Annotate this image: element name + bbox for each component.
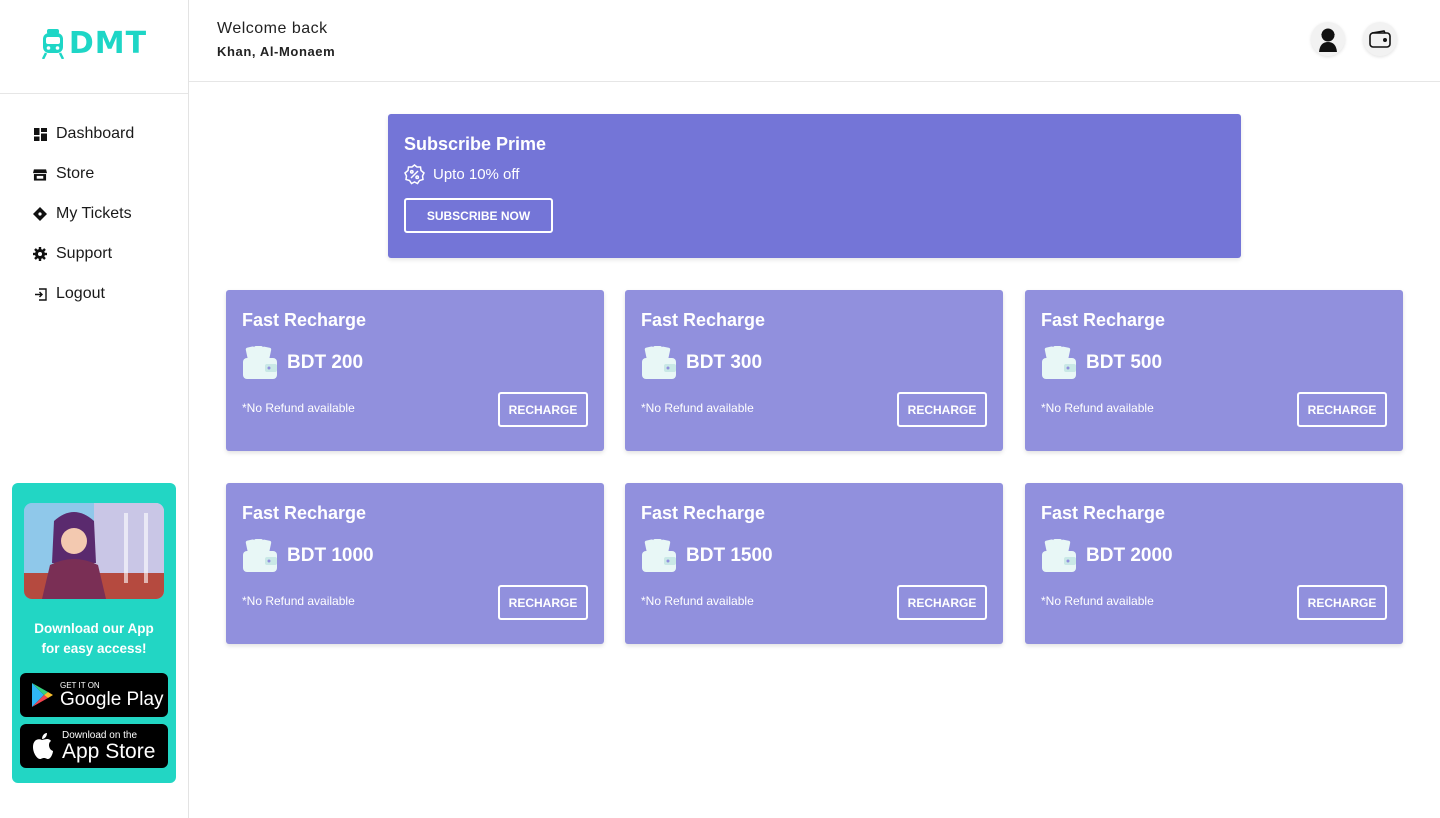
app-store-button[interactable]: Download on the App Store xyxy=(20,724,168,768)
card-amount: BDT 200 xyxy=(287,351,364,373)
google-play-big: Google Play xyxy=(60,688,164,710)
wallet-cash-icon xyxy=(243,346,277,379)
card-note: *No Refund available xyxy=(242,401,355,415)
google-play-icon xyxy=(32,683,53,707)
recharge-button[interactable]: RECHARGE xyxy=(897,585,987,620)
recharge-button[interactable]: RECHARGE xyxy=(1297,585,1387,620)
card-amount-row: BDT 2000 xyxy=(1041,538,1387,573)
recharge-button[interactable]: RECHARGE xyxy=(1297,392,1387,427)
card-amount-row: BDT 500 xyxy=(1041,345,1387,380)
wallet-icon xyxy=(1369,30,1391,48)
logo-text: DMT xyxy=(68,26,148,61)
recharge-button[interactable]: RECHARGE xyxy=(498,392,588,427)
sidebar-item-label: My Tickets xyxy=(56,205,132,222)
subscribe-prime-banner: Subscribe Prime Upto 10% off SUBSCRIBE N… xyxy=(388,114,1241,258)
dashboard-icon xyxy=(33,127,47,141)
sidebar-item-support[interactable]: Support xyxy=(0,234,188,274)
sidebar-item-dashboard[interactable]: Dashboard xyxy=(0,114,188,154)
wallet-cash-icon xyxy=(642,346,676,379)
sidebar-item-label: Dashboard xyxy=(56,125,135,142)
app-store-small: Download on the xyxy=(62,729,138,741)
store-icon xyxy=(33,167,47,181)
wallet-cash-icon xyxy=(642,539,676,572)
sidebar-item-label: Logout xyxy=(56,285,105,302)
recharge-card: Fast Recharge BDT 500 *No Refund available… xyxy=(1025,290,1403,451)
app-logo[interactable]: DMT xyxy=(41,26,147,61)
recharge-card: Fast Recharge BDT 200 *No Refund available… xyxy=(226,290,604,451)
wallet-cash-icon xyxy=(1042,539,1076,572)
card-note: *No Refund available xyxy=(242,594,355,608)
recharge-card: Fast Recharge BDT 1000 *No Refund availabl… xyxy=(226,483,604,644)
sidebar-item-label: Support xyxy=(56,245,113,262)
promo-illustration xyxy=(24,503,164,599)
welcome-text: Welcome back xyxy=(217,20,328,37)
discount-badge-icon xyxy=(404,164,425,185)
card-amount: BDT 2000 xyxy=(1086,544,1173,566)
card-amount: BDT 1500 xyxy=(686,544,773,566)
recharge-card: Fast Recharge BDT 1500 *No Refund availabl… xyxy=(625,483,1003,644)
subscribe-now-button[interactable]: SUBSCRIBE NOW xyxy=(404,198,553,233)
card-title: Fast Recharge xyxy=(1041,310,1166,330)
ticket-icon xyxy=(33,207,47,221)
recharge-card: Fast Recharge BDT 2000 *No Refund availabl… xyxy=(1025,483,1403,644)
logo-area: DMT xyxy=(0,0,188,94)
card-note: *No Refund available xyxy=(641,401,754,415)
card-note: *No Refund available xyxy=(641,594,754,608)
promo-text-line2: for easy access! xyxy=(41,641,147,656)
promo-text-line1: Download our App xyxy=(34,621,154,636)
train-icon xyxy=(41,28,64,59)
card-amount-row: BDT 1500 xyxy=(641,538,987,573)
sidebar-item-label: Store xyxy=(56,165,95,182)
card-amount: BDT 300 xyxy=(686,351,763,373)
sidebar-item-logout[interactable]: Logout xyxy=(0,274,188,314)
app-download-promo: Download our App for easy access! GET IT… xyxy=(12,483,176,783)
prime-subtitle-row: Upto 10% off xyxy=(404,164,1225,185)
card-amount: BDT 1000 xyxy=(287,544,374,566)
sidebar-item-store[interactable]: Store xyxy=(0,154,188,194)
card-note: *No Refund available xyxy=(1041,594,1154,608)
recharge-card: Fast Recharge BDT 300 *No Refund available… xyxy=(625,290,1003,451)
card-title: Fast Recharge xyxy=(641,310,766,330)
sidebar-item-my-tickets[interactable]: My Tickets xyxy=(0,194,188,234)
card-amount-row: BDT 1000 xyxy=(242,538,588,573)
sidebar-nav: Dashboard Store My Tickets Support Logou… xyxy=(0,94,188,314)
wallet-cash-icon xyxy=(1042,346,1076,379)
avatar[interactable] xyxy=(1311,22,1345,56)
gear-icon xyxy=(33,247,47,261)
card-amount-row: BDT 200 xyxy=(242,345,588,380)
card-title: Fast Recharge xyxy=(242,503,367,523)
user-avatar-icon xyxy=(1315,26,1341,52)
logout-icon xyxy=(33,287,47,301)
card-title: Fast Recharge xyxy=(1041,503,1166,523)
card-title: Fast Recharge xyxy=(641,503,766,523)
prime-title: Subscribe Prime xyxy=(404,134,547,154)
wallet-cash-icon xyxy=(243,539,277,572)
card-title: Fast Recharge xyxy=(242,310,367,330)
apple-icon xyxy=(33,733,53,759)
promo-text: Download our App for easy access! xyxy=(24,619,164,659)
app-store-big: App Store xyxy=(62,739,156,763)
google-play-button[interactable]: GET IT ON Google Play xyxy=(20,673,168,717)
header: Welcome back Khan, Al-Monaem xyxy=(189,0,1440,82)
card-amount: BDT 500 xyxy=(1086,351,1163,373)
sidebar: DMT Dashboard Store My Tickets Support L… xyxy=(0,0,189,818)
recharge-button[interactable]: RECHARGE xyxy=(897,392,987,427)
username: Khan, Al-Monaem xyxy=(217,44,336,59)
recharge-button[interactable]: RECHARGE xyxy=(498,585,588,620)
card-amount-row: BDT 300 xyxy=(641,345,987,380)
card-note: *No Refund available xyxy=(1041,401,1154,415)
wallet-button[interactable] xyxy=(1363,22,1397,56)
prime-subtitle: Upto 10% off xyxy=(433,166,520,183)
